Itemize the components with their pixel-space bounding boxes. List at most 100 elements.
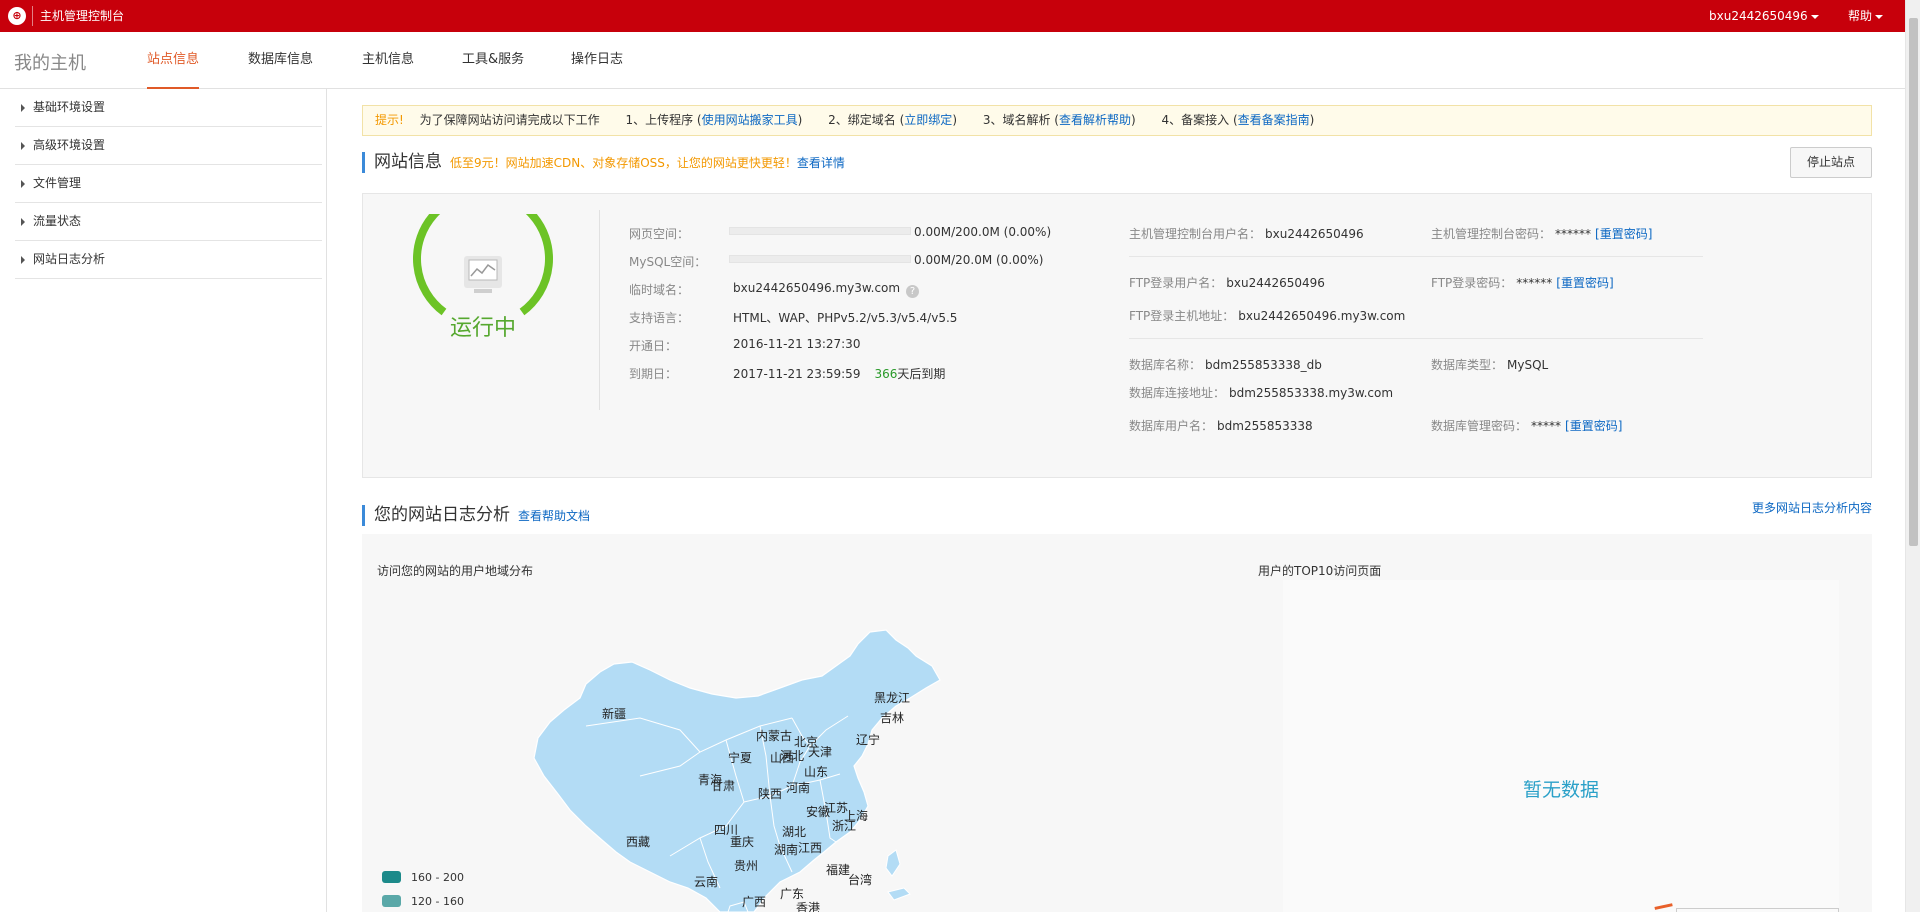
expire-date-value-row: 2017-11-21 23:59:59 366天后到期	[733, 365, 945, 382]
db-host-row: 数据库连接地址： bdm255853338.my3w.com	[1129, 384, 1393, 401]
province-label: 内蒙古	[756, 728, 792, 743]
db-pwd-row: 数据库管理密码： ***** [重置密码]	[1431, 417, 1622, 434]
province-label: 辽宁	[856, 732, 880, 747]
db-host-label: 数据库连接地址：	[1129, 386, 1226, 400]
tip-label: 提示!	[375, 113, 404, 127]
migration-tool-link[interactable]: 使用网站搬家工具	[702, 113, 798, 127]
province-label: 江西	[798, 841, 822, 855]
user-menu[interactable]: bxu2442650496	[1709, 0, 1819, 32]
taiwan-shape	[885, 849, 901, 877]
reset-console-pwd-link[interactable]: [重置密码]	[1595, 227, 1652, 241]
user-name: bxu2442650496	[1709, 9, 1808, 23]
open-date-value: 2016-11-21 13:27:30	[733, 337, 861, 351]
province-label: 贵州	[734, 859, 758, 873]
web-space-value: 0.00M/200.0M (0.00%)	[914, 225, 1052, 239]
temp-domain-row: 临时域名：	[629, 281, 689, 298]
web-space-row: 网页空间：	[629, 225, 689, 242]
divider	[599, 210, 600, 410]
map-svg: 新疆西藏青海甘肃宁夏内蒙古 北京天津河北山西山东陕西 河南四川重庆湖北安徽江苏上海浙…	[533, 629, 941, 915]
log-analysis-heading: 您的网站日志分析 查看帮助文档	[362, 505, 590, 526]
temp-domain-label: 临时域名：	[629, 283, 690, 297]
web-space-label: 网页空间：	[629, 227, 690, 241]
help-doc-link[interactable]: 查看帮助文档	[518, 509, 590, 523]
no-data-message: 暂无数据	[1522, 779, 1599, 801]
legend-item[interactable]: 160 - 200	[382, 871, 464, 884]
caret-right-icon	[21, 142, 25, 150]
mysql-space-bar	[729, 255, 911, 263]
sidebar-item-traffic[interactable]: 流量状态	[15, 203, 322, 241]
page-title: 我的主机	[14, 53, 86, 74]
stop-site-button[interactable]: 停止站点	[1790, 147, 1872, 178]
sidebar-item-label: 流量状态	[33, 214, 82, 228]
db-name-row: 数据库名称： bdm255853338_db	[1129, 356, 1322, 373]
ftp-user-label: FTP登录用户名：	[1129, 276, 1223, 290]
legend-swatch	[382, 895, 401, 907]
sidebar-item-basic-env[interactable]: 基础环境设置	[15, 89, 322, 127]
top10-chart-area	[1283, 580, 1839, 912]
main-nav: 我的主机 站点信息 数据库信息 主机信息 工具&服务 操作日志	[0, 32, 1905, 89]
province-label: 新疆	[602, 706, 626, 721]
web-space-bar	[729, 227, 911, 235]
open-date-row: 开通日：	[629, 337, 677, 354]
app-title: 主机管理控制台	[40, 9, 125, 23]
bind-domain-link[interactable]: 立即绑定	[904, 113, 952, 127]
console-user-label: 主机管理控制台用户名：	[1129, 227, 1262, 241]
tab-site-info[interactable]: 站点信息	[147, 32, 200, 89]
partial-box	[1676, 908, 1839, 912]
promo-details-link[interactable]: 查看详情	[797, 156, 845, 170]
china-region-map[interactable]: 新疆 西藏 青海 甘肃 宁夏 内蒙古 北京 天津 河北 山西 山东 陕西 河南 四川 重庆 湖北 安徽 江苏 上海浙…	[530, 626, 970, 915]
province-label: 甘肃	[711, 779, 735, 793]
section-title: 您的网站日志分析	[374, 505, 510, 525]
tip-text: 为了保障网站访问请完成以下工作	[419, 113, 600, 127]
top10-title: 用户的TOP10访问页面	[1258, 564, 1382, 578]
db-user-row: 数据库用户名： bdm255853338	[1129, 417, 1313, 434]
sidebar-item-advanced-env[interactable]: 高级环境设置	[15, 127, 322, 165]
tab-database-info[interactable]: 数据库信息	[248, 32, 313, 87]
open-date-label: 开通日：	[629, 339, 678, 353]
running-status: 运行中	[449, 316, 516, 341]
province-label: 黑龙江	[874, 691, 910, 705]
sidebar-item-log-analysis[interactable]: 网站日志分析	[15, 241, 322, 279]
province-label: 天津	[808, 745, 832, 759]
tip-bar: 提示! 为了保障网站访问请完成以下工作 1、上传程序 (使用网站搬家工具) 2、…	[362, 105, 1872, 136]
top-bar: ⊕ 主机管理控制台 bxu2442650496 帮助	[0, 0, 1905, 32]
site-info-panel: 运行中 网页空间： 0.00M/200.0M (0.00%) MySQL空间： …	[362, 188, 1872, 478]
promo-text: 低至9元！网站加速CDN、对象存储OSS，让您的网站更快更轻！	[450, 156, 797, 170]
scrollbar-thumb[interactable]	[1909, 18, 1918, 546]
question-icon[interactable]: ?	[906, 285, 920, 298]
ftp-pwd-row: FTP登录密码： ****** [重置密码]	[1431, 274, 1614, 291]
mysql-space-label: MySQL空间：	[629, 255, 707, 269]
console-pwd-row: 主机管理控制台密码： ****** [重置密码]	[1431, 225, 1652, 242]
sidebar-item-file-manager[interactable]: 文件管理	[15, 165, 322, 203]
province-label: 西藏	[626, 835, 650, 849]
tip-paren: )	[1130, 113, 1136, 127]
tip-paren: )	[797, 113, 803, 127]
db-pwd-value: *****	[1531, 419, 1562, 433]
expire-date-row: 到期日：	[629, 365, 677, 382]
help-menu[interactable]: 帮助	[1848, 0, 1884, 32]
console-user-row: 主机管理控制台用户名： bxu2442650496	[1129, 225, 1364, 242]
caret-right-icon	[21, 256, 25, 264]
tab-host-info[interactable]: 主机信息	[362, 32, 414, 87]
province-label: 浙江	[832, 819, 856, 833]
reset-db-pwd-link[interactable]: [重置密码]	[1565, 419, 1622, 433]
reset-ftp-pwd-link[interactable]: [重置密码]	[1556, 276, 1613, 290]
more-log-analysis-link[interactable]: 更多网站日志分析内容	[1752, 499, 1872, 516]
sidebar: 基础环境设置 高级环境设置 文件管理 流量状态 网站日志分析	[0, 89, 327, 912]
ftp-user-row: FTP登录用户名： bxu2442650496	[1129, 274, 1325, 291]
map-title: 访问您的网站的用户地域分布	[377, 564, 534, 578]
icp-guide-link[interactable]: 查看备案指南	[1238, 113, 1310, 127]
sidebar-item-label: 文件管理	[33, 176, 82, 190]
dns-help-link[interactable]: 查看解析帮助	[1059, 113, 1131, 127]
db-user-value: bdm255853338	[1217, 419, 1313, 433]
province-label: 宁夏	[728, 750, 752, 765]
province-label: 云南	[694, 874, 718, 889]
topbar-divider	[32, 6, 33, 26]
ftp-host-row: FTP登录主机地址： bxu2442650496.my3w.com	[1129, 307, 1405, 324]
console-user-value: bxu2442650496	[1265, 227, 1364, 241]
tab-tools-services[interactable]: 工具&服务	[462, 32, 524, 87]
page-scrollbar[interactable]	[1905, 0, 1920, 912]
legend-item[interactable]: 120 - 160	[382, 895, 464, 908]
province-label: 河南	[786, 780, 810, 795]
tab-operation-log[interactable]: 操作日志	[571, 32, 623, 87]
